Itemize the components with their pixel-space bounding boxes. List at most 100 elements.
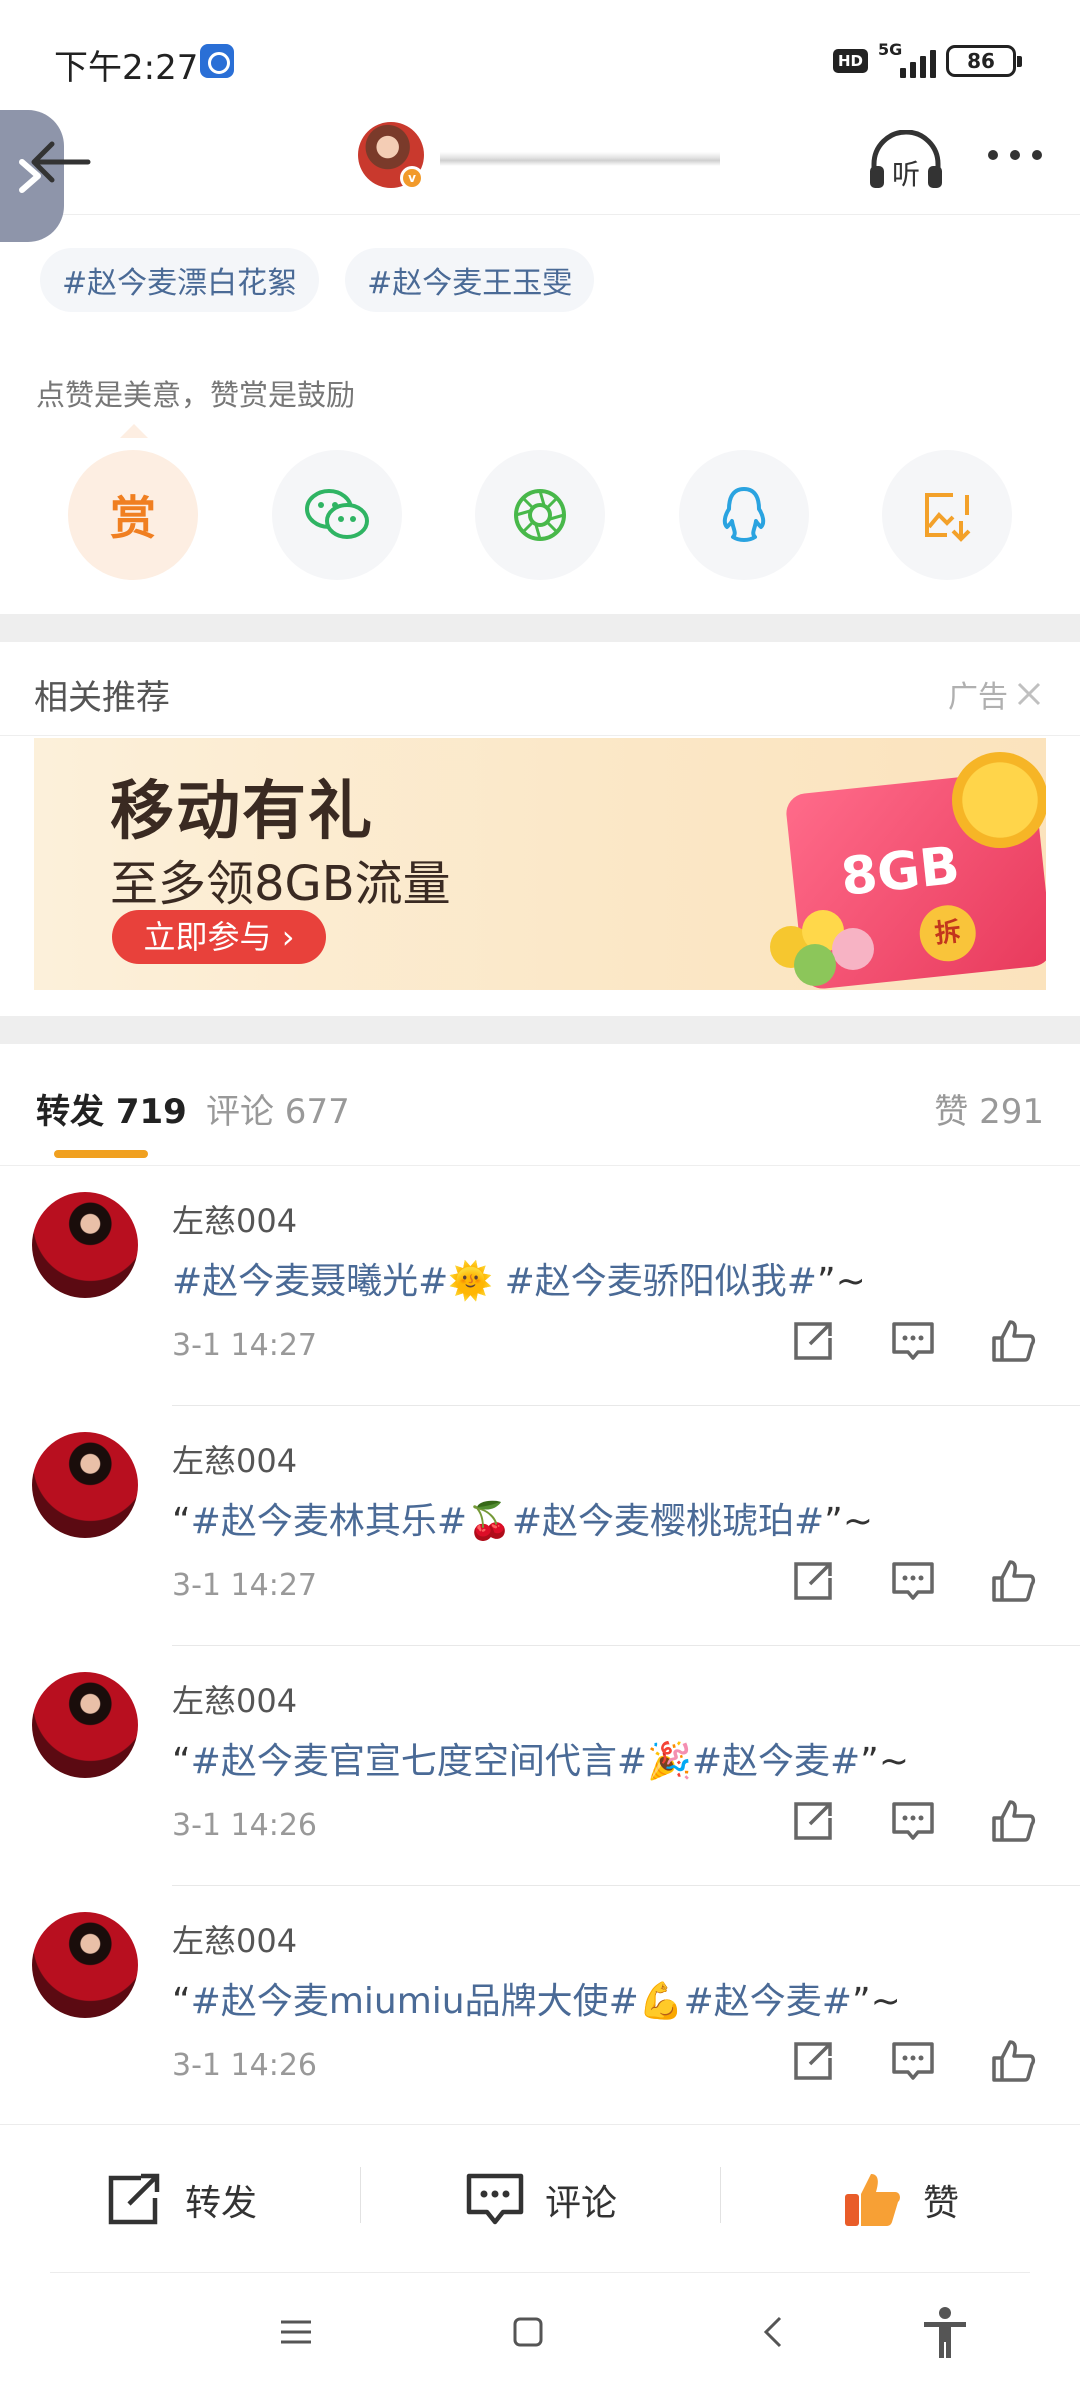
- ad-cta-label: 立即参与: [143, 918, 272, 956]
- repost-icon[interactable]: [788, 1796, 838, 1846]
- ad-card-badge: 拆: [916, 902, 979, 965]
- comment-icon: [466, 2173, 524, 2224]
- repost-text: “#赵今麦官宣七度空间代言#🎉#赵今麦#”~: [172, 1741, 909, 1782]
- repost-time: 3-1 14:26: [172, 2048, 317, 2083]
- repost-username[interactable]: 左慈004: [172, 1436, 297, 1482]
- avatar[interactable]: [32, 1672, 138, 1778]
- comment-icon[interactable]: [888, 1556, 938, 1606]
- like-button[interactable]: 赞: [720, 2125, 1080, 2274]
- share-row: 赏: [68, 450, 1012, 580]
- signal-icon: 5G: [878, 40, 936, 78]
- hashtag-link[interactable]: #赵今麦樱桃琥珀#: [512, 1501, 824, 1542]
- tab-repost[interactable]: 转发 719: [36, 1084, 187, 1133]
- save-image-button[interactable]: [882, 450, 1012, 580]
- hashtag-link[interactable]: #赵今麦官宣七度空间代言#: [191, 1741, 647, 1782]
- hashtag-link[interactable]: #赵今麦聂曦光#: [172, 1261, 448, 1302]
- ad-label: 广告: [948, 680, 1008, 715]
- emoji: 🍒: [467, 1501, 512, 1542]
- battery-icon: 86: [946, 45, 1022, 77]
- emoji: 🌞: [448, 1261, 494, 1302]
- avatar[interactable]: [32, 1192, 138, 1298]
- accessibility-icon[interactable]: [920, 2306, 970, 2360]
- status-indicators: HD 5G 86: [832, 40, 1022, 78]
- wechat-share-button[interactable]: [271, 450, 402, 580]
- repost-label: 转发: [184, 2182, 257, 2224]
- like-icon[interactable]: [988, 1316, 1038, 1366]
- repost-item[interactable]: 左慈004 “#赵今麦林其乐#🍒#赵今麦樱桃琥珀#”~ 3-1 14:27: [0, 1406, 1080, 1646]
- repost-item[interactable]: 左慈004 #赵今麦聂曦光#🌞 #赵今麦骄阳似我#”~ 3-1 14:27: [0, 1166, 1080, 1406]
- divider: [50, 2272, 1030, 2273]
- back-arrow-icon[interactable]: [28, 140, 92, 184]
- listen-icon[interactable]: 听: [866, 130, 946, 194]
- repost-time: 3-1 14:27: [172, 1568, 317, 1603]
- ad-close-button[interactable]: 广告: [948, 672, 1042, 716]
- verified-badge-icon: v: [400, 166, 424, 190]
- topic-chip[interactable]: #赵今麦漂白花絮: [40, 248, 320, 312]
- ad-card-text: 8GB: [838, 835, 963, 908]
- tab-like[interactable]: 赞 291: [934, 1084, 1044, 1133]
- repost-item[interactable]: 左慈004 “#赵今麦miumiu品牌大使#💪#赵今麦#”~ 3-1 14:26: [0, 1886, 1080, 2126]
- section-divider: [0, 614, 1080, 642]
- repost-time: 3-1 14:27: [172, 1328, 317, 1363]
- like-label: 赞: [922, 2182, 959, 2224]
- repost-button[interactable]: 转发: [0, 2125, 360, 2274]
- post-header: v 听: [0, 110, 1080, 242]
- repost-text: “#赵今麦林其乐#🍒#赵今麦樱桃琥珀#”~: [172, 1501, 873, 1542]
- author-name-redacted: [440, 152, 720, 166]
- hd-icon: HD: [832, 49, 868, 73]
- comment-button[interactable]: 评论: [360, 2125, 720, 2274]
- comment-icon[interactable]: [888, 2036, 938, 2086]
- flower-icon: [770, 904, 880, 986]
- hashtag-link[interactable]: #赵今麦miumiu品牌大使#: [191, 1981, 639, 2022]
- like-icon[interactable]: [988, 2036, 1038, 2086]
- svg-text:听: 听: [892, 158, 920, 191]
- repost-icon[interactable]: [788, 2036, 838, 2086]
- reward-caret: [120, 424, 148, 438]
- wechat-icon: [304, 489, 369, 539]
- back-icon[interactable]: [756, 2314, 792, 2350]
- related-section-header: 相关推荐 广告: [0, 642, 1080, 736]
- repost-username[interactable]: 左慈004: [172, 1196, 297, 1242]
- emoji: 💪: [638, 1981, 684, 2022]
- hashtag-link[interactable]: #赵今麦骄阳似我#: [505, 1261, 817, 1302]
- repost-actions: [788, 2036, 1038, 2086]
- hashtag-link[interactable]: #赵今麦林其乐#: [191, 1501, 467, 1542]
- close-icon: [1017, 682, 1041, 706]
- emoji: 🎉: [647, 1741, 692, 1782]
- qq-icon: [722, 487, 765, 542]
- reward-button[interactable]: 赏: [68, 450, 198, 580]
- sun-icon: [952, 752, 1046, 848]
- reward-hint: 点赞是美意，赞赏是鼓励: [36, 378, 356, 412]
- topic-chip[interactable]: #赵今麦王玉雯: [345, 248, 595, 312]
- reward-label: 赏: [110, 491, 156, 545]
- bottom-action-bar: 转发 评论 赞: [0, 2124, 1080, 2274]
- repost-item[interactable]: 左慈004 “#赵今麦官宣七度空间代言#🎉#赵今麦#”~ 3-1 14:26: [0, 1646, 1080, 1886]
- avatar[interactable]: [32, 1912, 138, 2018]
- comment-icon[interactable]: [888, 1316, 938, 1366]
- repost-icon: [108, 2173, 160, 2224]
- moments-share-button[interactable]: [475, 450, 605, 580]
- repost-icon[interactable]: [788, 1316, 838, 1366]
- network-type: 5G: [878, 40, 903, 59]
- like-icon[interactable]: [988, 1796, 1038, 1846]
- status-time: 下午2:27: [54, 48, 199, 88]
- like-icon[interactable]: [988, 1556, 1038, 1606]
- avatar[interactable]: [32, 1432, 138, 1538]
- like-filled-icon: [844, 2173, 900, 2226]
- repost-time: 3-1 14:26: [172, 1808, 317, 1843]
- repost-icon[interactable]: [788, 1556, 838, 1606]
- home-icon[interactable]: [510, 2314, 546, 2350]
- qq-share-button[interactable]: [678, 450, 809, 580]
- repost-username[interactable]: 左慈004: [172, 1676, 297, 1722]
- hashtag-link[interactable]: #赵今麦#: [692, 1741, 860, 1782]
- comment-icon[interactable]: [888, 1796, 938, 1846]
- menu-icon[interactable]: [278, 2314, 314, 2350]
- system-navigation-bar: [0, 2274, 1080, 2400]
- tab-comment[interactable]: 评论 677: [206, 1084, 350, 1133]
- more-dots-icon[interactable]: [988, 150, 1042, 160]
- hashtag-link[interactable]: #赵今麦#: [684, 1981, 852, 2022]
- repost-username[interactable]: 左慈004: [172, 1916, 297, 1962]
- moments-icon: [514, 489, 566, 541]
- ad-cta-button[interactable]: 立即参与 ›: [112, 910, 326, 964]
- ad-banner[interactable]: 移动有礼 至多领8GB流量 立即参与 › 8GB 拆: [34, 738, 1046, 990]
